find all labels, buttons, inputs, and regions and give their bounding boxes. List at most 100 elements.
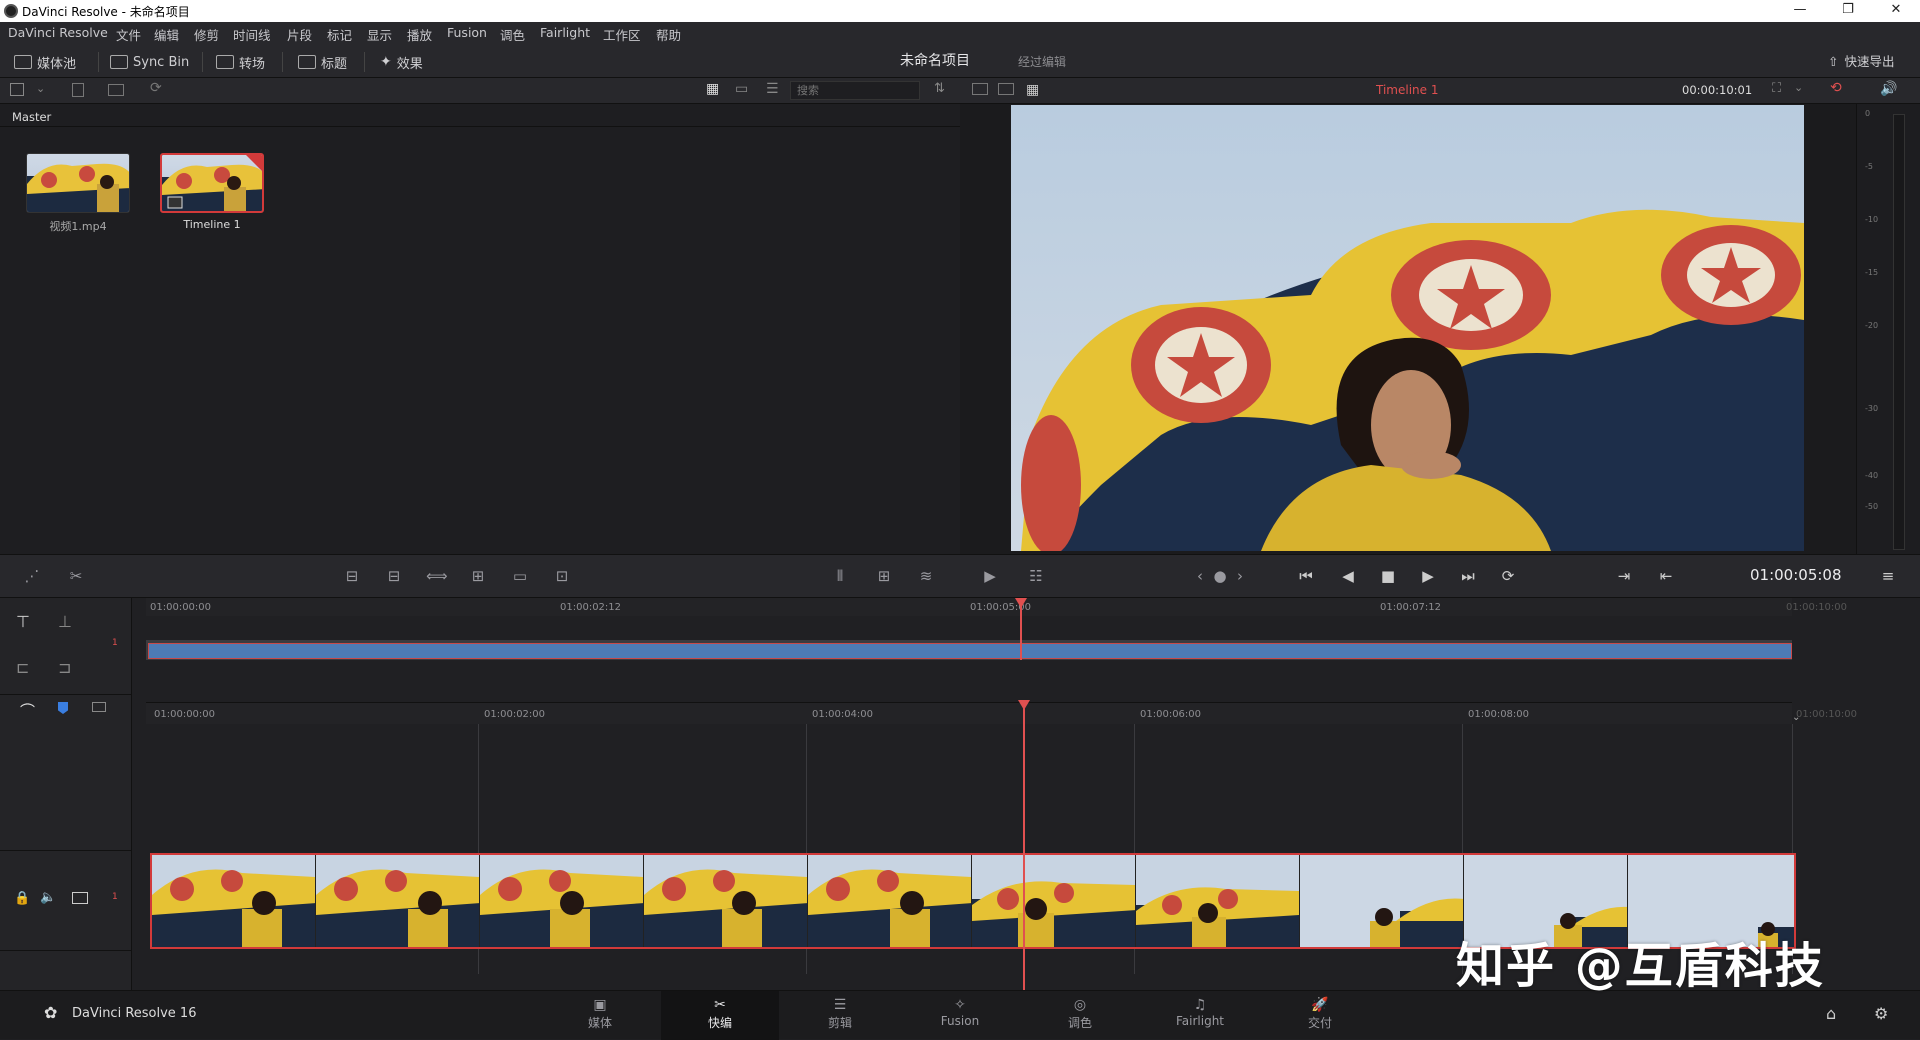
- menu-item-file[interactable]: 文件: [116, 25, 141, 44]
- page-tab-color[interactable]: ◎ 调色: [1021, 991, 1139, 1040]
- chevron-down-icon[interactable]: ⌄: [1794, 81, 1803, 94]
- close-button[interactable]: ✕: [1876, 2, 1916, 20]
- page-tab-fairlight[interactable]: ♫ Fairlight: [1141, 991, 1259, 1040]
- upper-timeline-ruler[interactable]: 01:00:00:00 01:00:02:12 01:00:05:00 01:0…: [146, 598, 1847, 616]
- reverse-play-icon[interactable]: ◀: [1338, 567, 1358, 585]
- cut-view-icon[interactable]: ▦: [1026, 82, 1039, 98]
- prev-edit-icon[interactable]: ‹: [1190, 567, 1210, 585]
- jog-dot-icon[interactable]: ●: [1210, 567, 1230, 585]
- menu-item-timeline[interactable]: 时间线: [233, 25, 271, 44]
- safe-area-icon[interactable]: ⛶: [1772, 81, 1781, 96]
- maximize-button[interactable]: ❐: [1828, 2, 1868, 20]
- marker-flag-icon[interactable]: [58, 702, 68, 714]
- page-tab-label: Fairlight: [1175, 1014, 1225, 1028]
- upper-playhead[interactable]: [1020, 600, 1022, 660]
- media-pool-button[interactable]: 媒体池: [14, 52, 76, 72]
- menu-item-playback[interactable]: 播放: [407, 25, 432, 44]
- menu-item-fairlight[interactable]: Fairlight: [540, 25, 590, 40]
- menu-item-edit[interactable]: 编辑: [154, 25, 179, 44]
- source-tape-icon[interactable]: [972, 83, 988, 95]
- media-pool-label: 媒体池: [37, 56, 77, 72]
- menu-item-resolve[interactable]: DaVinci Resolve: [8, 25, 108, 40]
- source-overwrite-icon[interactable]: ⊡: [552, 567, 572, 585]
- relink-icon[interactable]: ⟳: [150, 80, 162, 96]
- smart-indicator-icon[interactable]: ⋰: [22, 567, 42, 585]
- track-height-icon[interactable]: ⊏: [16, 658, 29, 677]
- playback-mode-icon[interactable]: ▶: [980, 567, 1000, 585]
- trim-tool-icon[interactable]: ⊥: [58, 612, 72, 631]
- new-bin-icon[interactable]: [108, 84, 124, 96]
- ruler-label: 01:00:02:12: [560, 602, 622, 613]
- sidebar-toggle-icon[interactable]: [10, 83, 24, 96]
- page-tab-media[interactable]: ▣ 媒体: [541, 991, 659, 1040]
- audio-clip-icon[interactable]: [92, 702, 106, 712]
- quick-export-button[interactable]: ⇧ 快速导出: [1828, 51, 1895, 70]
- page-tab-cut[interactable]: ✂ 快编: [661, 991, 779, 1040]
- gear-icon[interactable]: ⚙: [1874, 1004, 1888, 1023]
- waveform-icon[interactable]: ≋: [916, 567, 936, 585]
- list-view-icon[interactable]: ☰: [766, 81, 779, 97]
- clip-thumbnail-video1[interactable]: [26, 153, 130, 213]
- grid-view-icon[interactable]: ▦: [706, 81, 719, 97]
- go-to-end-icon[interactable]: ⏭: [1458, 567, 1478, 585]
- snapping-icon[interactable]: ⌒: [20, 700, 35, 721]
- home-icon[interactable]: ⌂: [1826, 1004, 1836, 1023]
- scissors-icon[interactable]: ✂: [66, 567, 86, 585]
- place-on-top-icon[interactable]: ▭: [510, 567, 530, 585]
- mark-in-icon[interactable]: ⇥: [1614, 567, 1634, 585]
- menu-item-mark[interactable]: 标记: [327, 25, 352, 44]
- page-tab-deliver[interactable]: 🚀 交付: [1261, 991, 1379, 1040]
- smart-insert-icon[interactable]: ⊟: [342, 567, 362, 585]
- menu-item-trim[interactable]: 修剪: [194, 25, 219, 44]
- sync-bin-button[interactable]: Sync Bin: [110, 52, 189, 72]
- lock-icon[interactable]: 🔒: [14, 891, 30, 906]
- upper-timeline-clip[interactable]: [148, 643, 1792, 659]
- lower-track-number: 1: [112, 892, 118, 902]
- page-tab-fusion[interactable]: ✧ Fusion: [901, 991, 1019, 1040]
- menu-item-view[interactable]: 显示: [367, 25, 392, 44]
- quick-export-label: 快速导出: [1844, 54, 1895, 69]
- menu-item-workspace[interactable]: 工作区: [603, 25, 641, 44]
- chevron-down-icon[interactable]: ⌄: [36, 82, 45, 95]
- play-icon[interactable]: ▶: [1418, 567, 1438, 585]
- menu-item-clip[interactable]: 片段: [287, 25, 312, 44]
- sort-icon[interactable]: ⇅: [934, 81, 945, 96]
- hamburger-menu-icon[interactable]: ≡: [1878, 567, 1898, 585]
- titles-button[interactable]: 标题: [298, 52, 347, 72]
- audio-track-icon[interactable]: 🔈: [40, 890, 56, 905]
- audio-meter: 0 -5 -10 -15 -20 -30 -40 -50: [1856, 104, 1920, 554]
- clip-thumbnail-timeline1[interactable]: [160, 153, 264, 213]
- strip-view-icon[interactable]: ▭: [735, 81, 748, 97]
- minimize-button[interactable]: —: [1780, 2, 1820, 20]
- page-tab-edit[interactable]: ☰ 剪辑: [781, 991, 899, 1040]
- settings-sliders-icon[interactable]: ☷: [1026, 567, 1046, 585]
- transitions-button[interactable]: 转场: [216, 52, 265, 72]
- edit-page-icon: ☰: [833, 997, 847, 1013]
- go-to-start-icon[interactable]: ⏮: [1296, 567, 1316, 585]
- edit-tool-icon[interactable]: ⊤: [16, 612, 30, 631]
- color-scopes-icon[interactable]: ⟲: [1830, 80, 1842, 96]
- lower-playhead[interactable]: [1023, 702, 1025, 992]
- next-edit-icon[interactable]: ›: [1230, 567, 1250, 585]
- stop-icon[interactable]: ■: [1378, 567, 1398, 585]
- fusion-page-icon: ✧: [954, 997, 966, 1013]
- loop-icon[interactable]: ⟳: [1498, 567, 1518, 585]
- video-track-icon[interactable]: [72, 892, 88, 904]
- fairlight-page-icon: ♫: [1193, 997, 1207, 1013]
- track-options-icon[interactable]: ⊐: [58, 658, 71, 677]
- zoom-fit-icon[interactable]: ⊞: [874, 567, 894, 585]
- mark-out-icon[interactable]: ⇤: [1656, 567, 1676, 585]
- search-input[interactable]: [790, 81, 920, 100]
- volume-icon[interactable]: 🔊: [1880, 81, 1897, 97]
- effects-button[interactable]: ✦ 效果: [380, 52, 423, 72]
- ripple-overwrite-icon[interactable]: ⟺: [426, 567, 448, 585]
- import-media-icon[interactable]: [72, 83, 84, 97]
- menu-item-help[interactable]: 帮助: [656, 25, 681, 44]
- timeline-view-icon[interactable]: [998, 83, 1014, 95]
- split-icon[interactable]: ⫴: [830, 567, 850, 585]
- close-up-icon[interactable]: ⊞: [468, 567, 488, 585]
- menu-item-fusion[interactable]: Fusion: [447, 25, 487, 40]
- lower-timeline-ruler[interactable]: 01:00:00:00 01:00:02:00 01:00:04:00 01:0…: [146, 702, 1857, 724]
- menu-item-color[interactable]: 调色: [500, 25, 525, 44]
- append-icon[interactable]: ⊟: [384, 567, 404, 585]
